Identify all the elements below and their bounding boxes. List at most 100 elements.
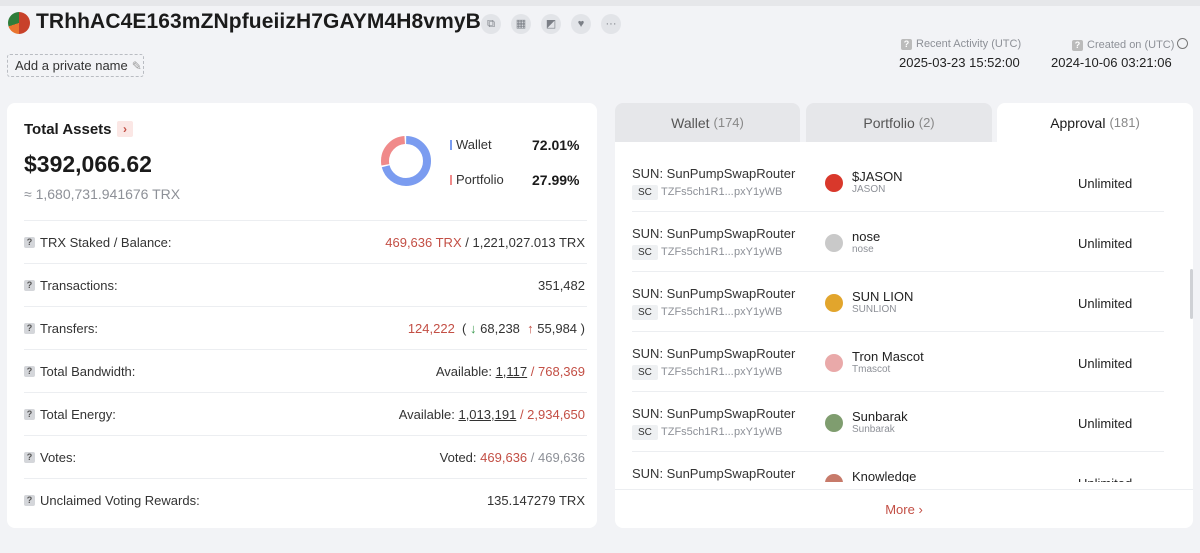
stat-row-staked: ? TRX Staked / Balance: 469,636 TRX / 1,2… — [24, 220, 587, 263]
spender-address-end[interactable]: pxY1yWB — [734, 426, 782, 438]
contract-tag: SC — [632, 305, 658, 320]
transfers-link[interactable]: 124,222 — [408, 321, 455, 336]
stat-label: Unclaimed Voting Rewards: — [40, 492, 200, 508]
spender-name[interactable]: SUN: SunPumpSwapRouter — [632, 286, 795, 301]
spender-name[interactable]: SUN: SunPumpSwapRouter — [632, 406, 795, 421]
total-assets-usd: $392,066.62 — [24, 151, 152, 177]
account-address[interactable]: TRhhAC4E163mZNpfueiizH7GAYM4H8vmyB — [36, 10, 481, 34]
chevron-right-icon: › — [918, 501, 923, 517]
approval-row: SUN: SunPumpSwapRouter SCTZFs5ch1R1...pxY… — [632, 152, 1164, 212]
spender-address-start[interactable]: TZFs5ch1R1... — [661, 246, 734, 258]
add-private-name-button[interactable]: Add a private name ✎ — [7, 54, 144, 77]
stat-label: Transactions: — [40, 277, 118, 293]
stat-row-bandwidth: ? Total Bandwidth: Available: 1,117 / 768… — [24, 349, 587, 392]
more-icon[interactable]: ··· — [601, 14, 621, 34]
help-icon[interactable]: ? — [1072, 40, 1083, 51]
more-button[interactable]: More › — [615, 489, 1193, 528]
approval-row: SUN: SunPumpSwapRouter SCTZFs5ch1R1...pxY… — [632, 272, 1164, 332]
arrow-down-icon: ↓ — [470, 320, 477, 336]
spender-address-start[interactable]: TZFs5ch1R1... — [661, 186, 734, 198]
account-avatar-icon — [8, 12, 30, 34]
token-name[interactable]: Tron Mascot — [852, 349, 924, 364]
stat-row-votes: ? Votes: Voted: 469,636 / 469,636 — [24, 435, 587, 478]
spender-address-end[interactable]: pxY1yWB — [734, 246, 782, 258]
stat-label: Total Energy: — [40, 406, 116, 422]
chart-icon[interactable]: ◩ — [541, 14, 561, 34]
token-name[interactable]: SUN LION — [852, 289, 913, 304]
recent-activity-value: 2025-03-23 15:52:00 — [899, 55, 1020, 70]
contract-tag: SC — [632, 365, 658, 380]
stat-value: Voted: 469,636 / 469,636 — [439, 449, 585, 465]
approval-amount: Unlimited — [1078, 296, 1133, 311]
token-symbol: Sunbarak — [852, 424, 895, 435]
token-name[interactable]: Sunbarak — [852, 409, 908, 424]
stat-row-transactions: ? Transactions: 351,482 — [24, 263, 587, 306]
token-logo-icon — [825, 294, 843, 312]
tab-approval[interactable]: Approval (181) — [997, 103, 1193, 142]
private-name-label: Add a private name — [15, 58, 128, 73]
help-icon[interactable]: ? — [901, 39, 912, 50]
token-symbol: JASON — [852, 184, 886, 195]
token-name[interactable]: nose — [852, 229, 880, 244]
recent-activity-label: ? Recent Activity (UTC) — [901, 38, 1021, 50]
account-stats: ? TRX Staked / Balance: 469,636 TRX / 1,2… — [24, 220, 587, 521]
approval-amount: Unlimited — [1078, 476, 1132, 482]
created-on-value: 2024-10-06 03:21:06 — [1051, 55, 1172, 70]
token-logo-icon — [825, 234, 843, 252]
spender-address-start[interactable]: TZFs5ch1R1... — [661, 366, 734, 378]
scrollbar[interactable] — [1190, 269, 1193, 319]
qr-code-icon[interactable]: ▦ — [511, 14, 531, 34]
clock-icon[interactable] — [1177, 38, 1189, 49]
token-symbol: SUNLION — [852, 304, 897, 315]
spender-name[interactable]: SUN: SunPumpSwapRouter — [632, 166, 795, 181]
help-icon[interactable]: ? — [24, 494, 35, 506]
token-logo-icon — [825, 474, 843, 482]
legend-wallet-value: 72.01% — [532, 137, 580, 153]
token-logo-icon — [825, 174, 843, 192]
legend-portfolio: Portfolio — [450, 172, 504, 187]
total-assets-trx: ≈ 1,680,731.941676 TRX — [24, 186, 181, 202]
token-logo-icon — [825, 354, 843, 372]
spender-address-start[interactable]: TZFs5ch1R1... — [661, 426, 734, 438]
transactions-link[interactable]: 351,482 — [538, 278, 587, 293]
approval-row: SUN: SunPumpSwapRouter SCTZFs5ch1R1...pxY… — [632, 332, 1164, 392]
heart-icon[interactable]: ♥ — [571, 14, 591, 34]
spender-address-start[interactable]: TZFs5ch1R1... — [661, 306, 734, 318]
stat-row-rewards: ? Unclaimed Voting Rewards: 135.147279 TR… — [24, 478, 587, 521]
approval-amount: Unlimited — [1078, 176, 1133, 191]
spender-name[interactable]: SUN: SunPumpSwapRouter — [632, 226, 795, 241]
spender-name[interactable]: SUN: SunPumpSwapRouter — [632, 466, 795, 481]
portfolio-legend-marker — [450, 175, 452, 185]
token-symbol: Tmascot — [852, 364, 891, 375]
chevron-right-icon[interactable]: › — [117, 121, 133, 137]
token-name[interactable]: $JASON — [852, 169, 903, 184]
help-icon[interactable]: ? — [24, 408, 35, 420]
stat-value: Available: 1,117 / 768,369 — [435, 363, 585, 379]
wallet-legend-marker — [450, 140, 452, 150]
assets-donut-chart — [381, 136, 431, 186]
arrow-up-icon: ↑ — [527, 320, 534, 336]
help-icon[interactable]: ? — [24, 236, 35, 248]
stat-value: 469,636 TRX / 1,221,027.013 TRX — [385, 234, 585, 250]
header-actions: ⧉ ▦ ◩ ♥ ··· — [481, 14, 621, 34]
tab-wallet[interactable]: Wallet (174) — [615, 103, 800, 142]
help-icon[interactable]: ? — [24, 322, 35, 334]
tab-portfolio[interactable]: Portfolio (2) — [806, 103, 992, 142]
help-icon[interactable]: ? — [24, 279, 35, 291]
approval-amount: Unlimited — [1078, 416, 1133, 431]
spender-address-end[interactable]: pxY1yWB — [734, 366, 782, 378]
spender-name[interactable]: SUN: SunPumpSwapRouter — [632, 346, 795, 361]
top-divider — [0, 0, 1200, 6]
spender-address-end[interactable]: pxY1yWB — [734, 306, 782, 318]
energy-available[interactable]: 1,013,191 — [458, 407, 516, 422]
help-icon[interactable]: ? — [24, 365, 35, 377]
approval-amount: Unlimited — [1078, 236, 1133, 251]
token-name[interactable]: Knowledge — [852, 469, 916, 482]
copy-icon[interactable]: ⧉ — [481, 14, 501, 34]
help-icon[interactable]: ? — [24, 451, 35, 463]
stat-value: 124,222 ( ↓ 68,238 ↑ 55,984 ) — [407, 320, 585, 336]
spender-address-end[interactable]: pxY1yWB — [734, 186, 782, 198]
stat-label: Votes: — [40, 449, 77, 465]
legend-wallet: Wallet — [450, 137, 492, 152]
bandwidth-available[interactable]: 1,117 — [496, 364, 528, 379]
